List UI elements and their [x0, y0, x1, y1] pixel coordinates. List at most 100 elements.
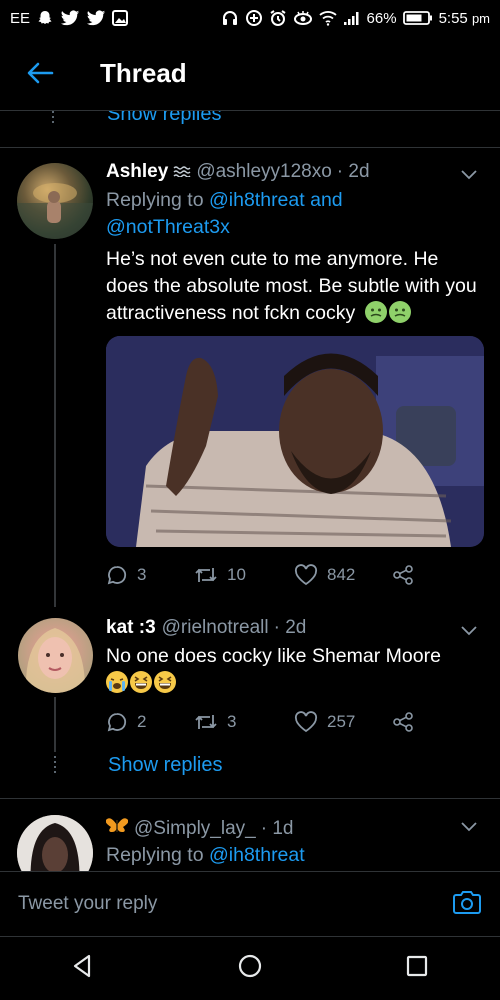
replying-to: Replying to @ih8threat and @notThreat3x — [106, 187, 343, 241]
handle[interactable]: @ashleyy128xo — [196, 161, 331, 183]
replying-to: Replying to @ih8threat — [106, 842, 305, 869]
camera-icon — [453, 890, 481, 914]
mention-link[interactable]: @ih8threat — [209, 844, 305, 866]
triangle-back-icon — [74, 954, 91, 978]
top-app-bar: Thread — [0, 36, 500, 110]
gallery-icon — [112, 10, 129, 26]
avatar-photo — [25, 628, 86, 693]
nav-home-button[interactable] — [237, 953, 263, 984]
wifi-icon — [318, 10, 337, 26]
grinning-squinting-face-emoji — [154, 671, 176, 693]
battery-icon — [402, 10, 433, 26]
carrier-label: EE — [10, 9, 31, 27]
retweet-icon — [195, 568, 217, 582]
snapchat-icon — [36, 9, 54, 27]
signal-icon — [343, 10, 361, 26]
share-button[interactable] — [392, 711, 414, 733]
media-photo — [106, 336, 484, 547]
avatar-photo — [17, 183, 93, 239]
twitter-notification-icon — [60, 9, 80, 27]
handle[interactable]: @rielnotreall — [162, 617, 269, 639]
reply-button[interactable]: 2 — [106, 711, 194, 733]
avatar-clip — [17, 815, 93, 872]
reply-input[interactable]: Tweet your reply — [18, 893, 157, 915]
chevron-down-icon — [461, 822, 477, 832]
display-name[interactable]: Ashley — [106, 161, 168, 183]
timestamp: · 2d — [273, 617, 307, 638]
retweet-count: 3 — [227, 712, 237, 731]
headphones-icon — [221, 9, 239, 27]
status-bar: EE 66% 5:55 pm — [0, 0, 500, 36]
clock-time: 5:55 — [438, 9, 468, 27]
replying-and: and — [310, 189, 343, 211]
circle-home-icon — [238, 954, 262, 978]
heart-icon — [294, 711, 318, 733]
timestamp: · 2d — [336, 161, 370, 182]
nav-recents-button[interactable] — [404, 953, 430, 984]
tweet-header: @Simply_lay_ · 1d — [106, 816, 293, 840]
avatar-photo — [17, 815, 93, 872]
reply-icon — [107, 713, 127, 732]
tweet-menu-button[interactable] — [460, 820, 478, 838]
add-photo-button[interactable] — [452, 888, 482, 921]
share-icon — [393, 565, 413, 585]
like-count: 842 — [327, 565, 356, 584]
clock: 5:55 pm — [439, 10, 490, 27]
tweet-media-image[interactable] — [106, 336, 484, 547]
retweet-icon — [195, 715, 217, 729]
battery-percent: 66% — [366, 9, 397, 27]
nav-back-button[interactable] — [70, 953, 96, 984]
tweet-header: Ashley @ashleyy128xo · 2d — [106, 161, 370, 183]
tweet-menu-button[interactable] — [460, 624, 478, 642]
tweet-actions: 2 3 257 — [106, 711, 414, 733]
share-button[interactable] — [392, 564, 414, 586]
loudly-crying-face-emoji — [106, 671, 128, 693]
replying-prefix: Replying to — [106, 189, 204, 211]
display-name[interactable]: kat :3 — [106, 617, 156, 639]
avatar[interactable] — [17, 163, 93, 239]
thread-dots — [54, 756, 56, 776]
alarm-icon — [269, 9, 287, 27]
retweet-button[interactable]: 10 — [194, 565, 294, 585]
system-navigation-bar — [0, 937, 500, 1000]
reply-button[interactable]: 3 — [106, 564, 194, 586]
square-recents-icon — [406, 955, 427, 977]
mention-link[interactable]: @notThreat3x — [106, 216, 230, 238]
timestamp: · 1d — [260, 818, 294, 839]
like-button[interactable]: 257 — [294, 711, 392, 733]
mention-link[interactable]: @ih8threat — [209, 189, 305, 211]
replying-prefix: Replying to — [106, 844, 204, 866]
section-divider — [0, 798, 500, 799]
tweet-text: He’s not even cute to me anymore. He doe… — [106, 246, 486, 327]
show-replies-link[interactable]: Show replies — [108, 754, 223, 777]
tweet-header: kat :3 @rielnotreall · 2d — [106, 617, 306, 639]
back-button[interactable] — [22, 55, 58, 91]
tweet-body: He’s not even cute to me anymore. He doe… — [106, 248, 477, 324]
reply-icon — [107, 566, 127, 585]
tweet-menu-button[interactable] — [460, 168, 478, 186]
like-button[interactable]: 842 — [294, 564, 392, 586]
page-title: Thread — [100, 57, 187, 88]
wave-emoji-icon — [173, 165, 191, 177]
top-show-replies-link[interactable]: Show replies — [107, 111, 222, 126]
back-arrow-icon — [27, 62, 54, 84]
twitter-notification-icon — [86, 9, 106, 27]
share-icon — [393, 712, 413, 732]
thread-connector-line — [54, 244, 56, 607]
nauseated-face-emoji — [364, 301, 387, 323]
tweet-text: No one does cocky like Shemar Moore — [106, 643, 486, 697]
avatar[interactable] — [17, 815, 93, 872]
clock-suffix: pm — [471, 10, 490, 26]
handle[interactable]: @Simply_lay_ — [134, 818, 256, 840]
thread-dots — [52, 111, 54, 126]
retweet-button[interactable]: 3 — [194, 712, 294, 732]
section-divider — [0, 147, 500, 148]
reply-composer: Tweet your reply — [0, 872, 500, 936]
tweet-body: No one does cocky like Shemar Moore — [106, 645, 441, 667]
eye-comfort-icon — [293, 10, 313, 26]
retweet-count: 10 — [227, 565, 246, 584]
reply-count: 3 — [137, 565, 147, 584]
avatar[interactable] — [18, 618, 93, 693]
grinning-squinting-face-emoji — [130, 671, 152, 693]
chevron-down-icon — [461, 170, 477, 180]
